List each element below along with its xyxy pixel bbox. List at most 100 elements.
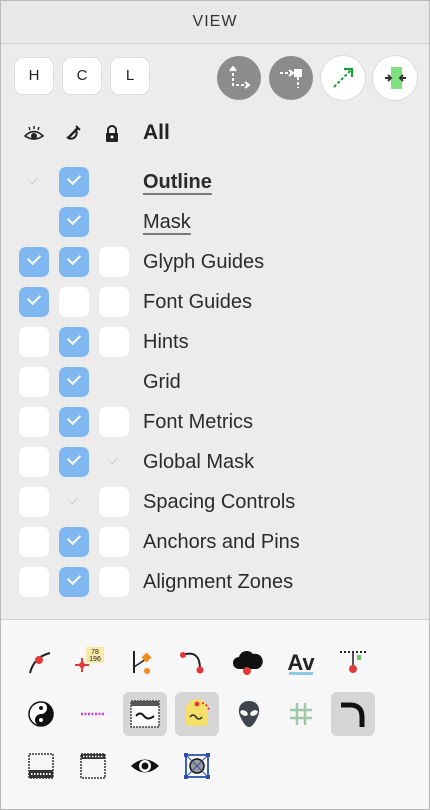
sticky-note-tool[interactable]: [175, 692, 219, 736]
lock-toggle-checkbox[interactable]: [99, 567, 129, 597]
layer-header-row: All: [1, 115, 429, 155]
layer-row: Glyph Guides: [1, 243, 429, 283]
curve-point-icon: [29, 652, 51, 674]
metrics-arrows-button[interactable]: [373, 56, 417, 100]
bounding-box-tool[interactable]: [175, 744, 219, 788]
all-layers-toggle[interactable]: All: [143, 121, 170, 145]
snap-toggle-checkbox[interactable]: [59, 247, 89, 277]
visible-toggle-checkbox[interactable]: [19, 447, 49, 477]
diagonal-arrow-button[interactable]: [321, 56, 365, 100]
dotted-line-icon: [81, 712, 105, 716]
yin-yang-icon: [28, 701, 54, 727]
snap-toggle-checkbox[interactable]: [59, 487, 89, 517]
coordinate-x-text: 78: [91, 649, 99, 656]
lock-toggle-checkbox[interactable]: [99, 527, 129, 557]
kerning-tool[interactable]: Av: [279, 640, 323, 684]
lock-toggle-checkbox[interactable]: [99, 447, 129, 477]
layer-label[interactable]: Font Metrics: [143, 411, 253, 434]
view-panel: VIEW H C L All Outline Mask Glyph Guides…: [0, 0, 430, 810]
layer-row: Hints: [1, 323, 429, 363]
visible-toggle-checkbox[interactable]: [19, 527, 49, 557]
visible-toggle-checkbox[interactable]: [19, 487, 49, 517]
hash-grid-icon: [290, 703, 312, 725]
filmstrip-bottom-icon: [28, 753, 54, 779]
snap-toggle-checkbox[interactable]: [59, 327, 89, 357]
hash-grid-tool[interactable]: [279, 692, 323, 736]
layer-row: Anchors and Pins: [1, 523, 429, 563]
lock-toggle-checkbox[interactable]: [99, 247, 129, 277]
panel-title: VIEW: [1, 1, 429, 44]
cloud-tool[interactable]: [225, 640, 269, 684]
visible-toggle-checkbox[interactable]: [19, 247, 49, 277]
layer-label[interactable]: Glyph Guides: [143, 251, 264, 274]
tool-grid: 78 196 Av: [1, 619, 429, 809]
eye-icon: [23, 123, 45, 145]
window-curve-tool[interactable]: [123, 692, 167, 736]
alien-icon: [238, 701, 260, 727]
magnet-pen-icon: [61, 123, 83, 145]
layer-label[interactable]: Mask: [143, 211, 191, 234]
curve-point-tool[interactable]: [19, 640, 63, 684]
snap-toggle-checkbox[interactable]: [59, 207, 89, 237]
eye-outline-tool[interactable]: [123, 744, 167, 788]
layer-label[interactable]: Font Guides: [143, 291, 252, 314]
bounding-box-icon: [184, 753, 210, 779]
coordinates-icon: 78 196: [75, 647, 104, 672]
layer-label[interactable]: Anchors and Pins: [143, 531, 300, 554]
coordinate-y-text: 196: [89, 656, 101, 663]
visible-toggle-checkbox[interactable]: [19, 167, 49, 197]
dotted-line-tool[interactable]: [71, 692, 115, 736]
layer-label[interactable]: Global Mask: [143, 451, 254, 474]
bcp-handle-tool[interactable]: [119, 640, 163, 684]
coordinates-tool[interactable]: 78 196: [67, 640, 111, 684]
visible-toggle-checkbox[interactable]: [19, 567, 49, 597]
visible-toggle-checkbox[interactable]: [19, 287, 49, 317]
sticky-note-icon: [186, 699, 210, 726]
snap-toggle-checkbox[interactable]: [59, 367, 89, 397]
c-button[interactable]: C: [63, 58, 101, 94]
corner-curve-icon: [341, 702, 365, 727]
yin-yang-tool[interactable]: [19, 692, 63, 736]
node-direction-button[interactable]: [217, 56, 261, 100]
toolbar: H C L: [1, 44, 429, 108]
layer-label[interactable]: Spacing Controls: [143, 491, 295, 514]
layer-row: Spacing Controls: [1, 483, 429, 523]
snap-toggle-checkbox[interactable]: [59, 527, 89, 557]
snap-toggle-checkbox[interactable]: [59, 567, 89, 597]
l-button[interactable]: L: [111, 58, 149, 94]
corner-curve-tool[interactable]: [331, 692, 375, 736]
eye-outline-icon: [131, 759, 159, 773]
lock-icon: [101, 123, 123, 145]
lock-toggle-checkbox[interactable]: [99, 287, 129, 317]
layer-label[interactable]: Alignment Zones: [143, 571, 293, 594]
snap-toggle-checkbox[interactable]: [59, 287, 89, 317]
filmstrip-bottom-tool[interactable]: [19, 744, 63, 788]
node-direction-icon: [229, 65, 251, 89]
curve-end-icon: [180, 652, 204, 674]
node-offset-button[interactable]: [269, 56, 313, 100]
lock-toggle-checkbox[interactable]: [99, 487, 129, 517]
visible-toggle-checkbox[interactable]: [19, 367, 49, 397]
layer-row: Mask: [1, 203, 429, 243]
layer-label[interactable]: Hints: [143, 331, 189, 354]
visible-toggle-checkbox[interactable]: [19, 407, 49, 437]
measure-pin-tool[interactable]: [331, 640, 375, 684]
alien-tool[interactable]: [227, 692, 271, 736]
layer-row: Global Mask: [1, 443, 429, 483]
layer-row: Outline: [1, 163, 429, 203]
snap-toggle-checkbox[interactable]: [59, 447, 89, 477]
visible-toggle-checkbox[interactable]: [19, 327, 49, 357]
kerning-text: Av: [287, 650, 315, 675]
layer-row: Alignment Zones: [1, 563, 429, 603]
snap-toggle-checkbox[interactable]: [59, 167, 89, 197]
lock-toggle-checkbox[interactable]: [99, 327, 129, 357]
layer-label[interactable]: Outline: [143, 171, 212, 194]
lock-toggle-checkbox[interactable]: [99, 407, 129, 437]
layer-label[interactable]: Grid: [143, 371, 181, 394]
layer-row: Font Metrics: [1, 403, 429, 443]
filmstrip-top-tool[interactable]: [71, 744, 115, 788]
curve-end-tool[interactable]: [171, 640, 215, 684]
snap-toggle-checkbox[interactable]: [59, 407, 89, 437]
h-button[interactable]: H: [15, 58, 53, 94]
bcp-handle-icon: [133, 651, 152, 674]
